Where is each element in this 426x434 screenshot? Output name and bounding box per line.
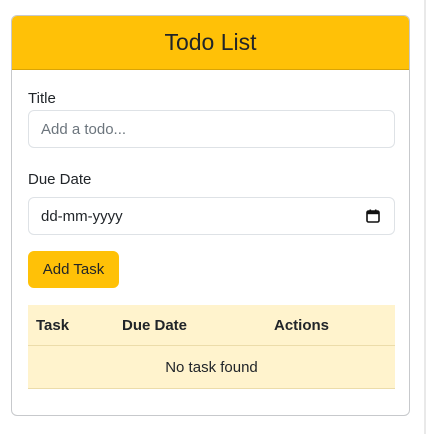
title-field-group: Title Add a todo... — [28, 90, 395, 148]
add-task-button[interactable]: Add Task — [28, 251, 119, 288]
table-header-row: Task Due Date Actions — [28, 305, 395, 346]
todo-card: Todo List Title Add a todo... Due Date d… — [11, 15, 410, 416]
card-header: Todo List — [12, 16, 409, 70]
title-input-placeholder: Add a todo... — [41, 120, 127, 138]
table-row: No task found — [28, 345, 395, 389]
due-date-value: dd-mm-yyyy — [41, 207, 123, 225]
due-date-input[interactable]: dd-mm-yyyy — [28, 197, 395, 235]
task-table: Task Due Date Actions No task found — [28, 305, 395, 389]
column-header-due-date: Due Date — [114, 305, 266, 346]
empty-message: No task found — [28, 345, 395, 389]
title-input[interactable]: Add a todo... — [28, 110, 395, 148]
column-header-actions: Actions — [266, 305, 395, 346]
column-header-task: Task — [28, 305, 114, 346]
page-title: Todo List — [164, 29, 257, 55]
title-label: Title — [28, 90, 56, 107]
due-date-field-group: Due Date dd-mm-yyyy — [28, 171, 395, 235]
card-body: Title Add a todo... Due Date dd-mm-yyyy — [12, 70, 409, 389]
due-date-label: Due Date — [28, 171, 92, 188]
calendar-icon[interactable] — [366, 209, 380, 223]
